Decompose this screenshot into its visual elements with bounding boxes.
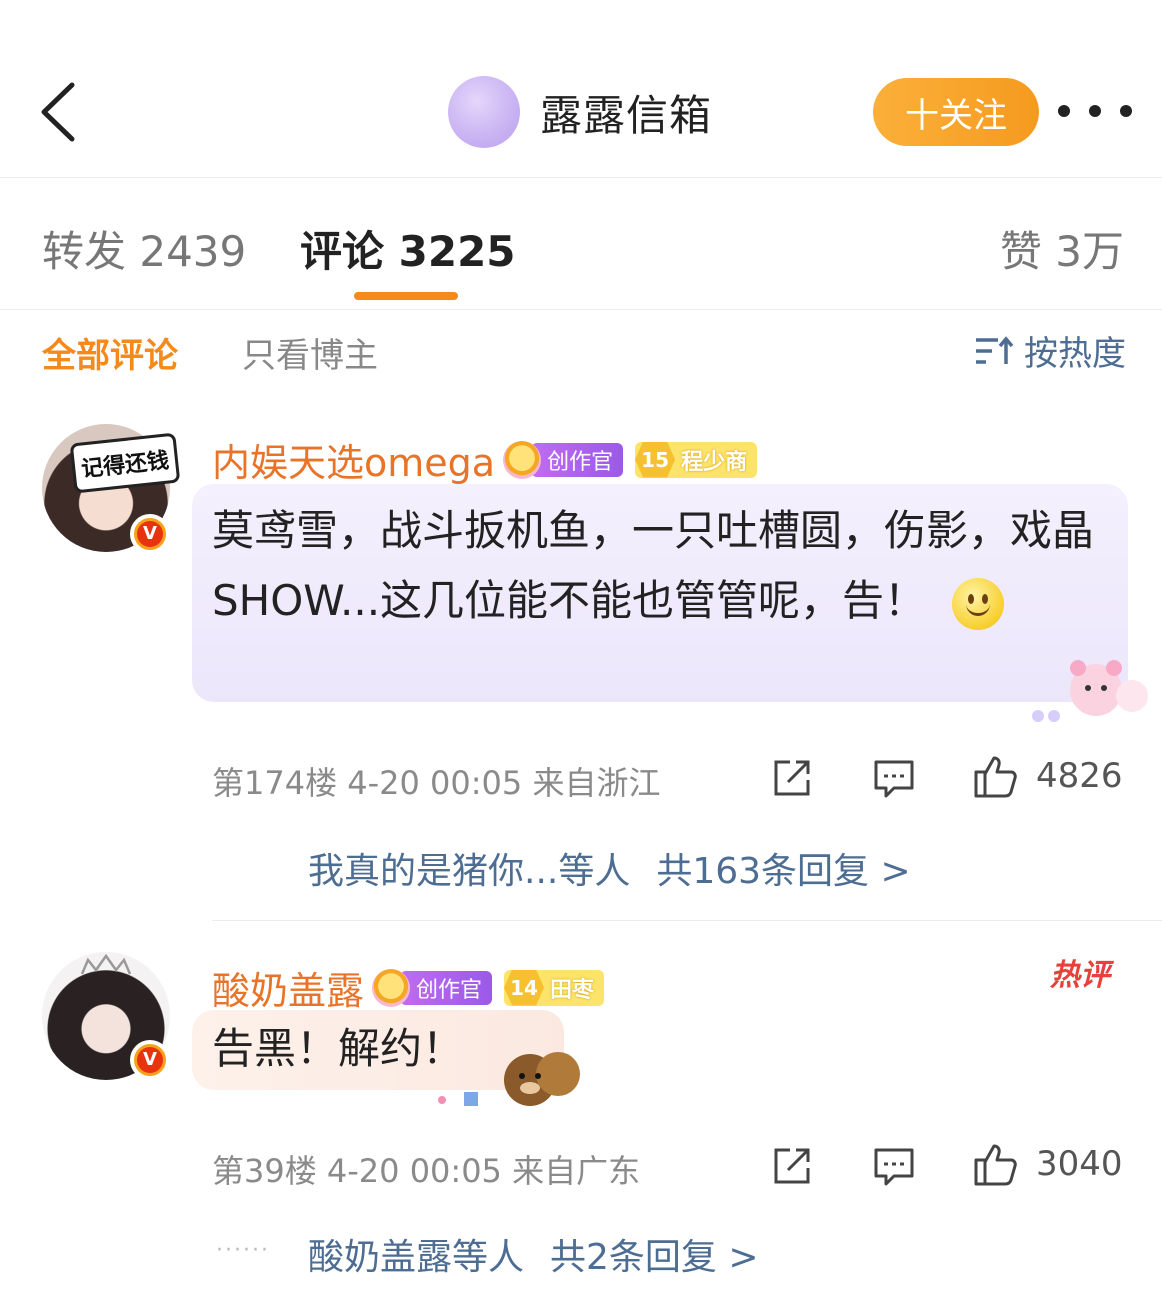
reply-ellipsis: ······ [216, 1238, 270, 1263]
like-button[interactable]: 4826 [972, 752, 1123, 800]
crown-icon [80, 954, 132, 975]
bear-sticker-icon [1032, 660, 1148, 722]
sort-label: 按热度 [1024, 334, 1126, 374]
fan-level-badge[interactable]: 14 田枣 [504, 969, 605, 1006]
comment-icon [874, 1148, 914, 1186]
filter-owner-only[interactable]: 只看博主 [242, 328, 378, 377]
reply-button[interactable] [872, 758, 916, 800]
more-dots-icon[interactable] [1058, 96, 1132, 126]
hot-comment-badge: 热评 [1050, 958, 1110, 993]
comment-username[interactable]: 内娱天选omega [212, 432, 495, 487]
post-tabs: 转发 2439 评论 3225 赞 3万 [0, 178, 1162, 310]
share-icon [774, 1148, 810, 1184]
like-count: 4826 [1036, 756, 1123, 796]
like-button[interactable]: 3040 [972, 1140, 1123, 1188]
account-title[interactable]: 露露信箱 [448, 76, 712, 148]
top-nav-bar: 露露信箱 十关注 [0, 0, 1162, 178]
smiley-emoji-icon [952, 577, 1005, 630]
comment-meta: 第39楼 4-20 00:05 来自广东 [212, 1152, 641, 1190]
follow-label: 十关注 [905, 95, 1007, 136]
share-icon [774, 760, 810, 796]
tab-comment[interactable]: 评论 3225 [300, 218, 516, 279]
verified-v-icon: V [130, 1040, 170, 1080]
fan-level-badge[interactable]: 15 程少商 [635, 441, 758, 478]
creator-mascot-icon [503, 440, 542, 479]
comment-text: 莫鸢雪，战斗扳机鱼，一只吐槽圆，伤影，戏晶SHOW...这几位能不能也管管呢，告… [192, 484, 1128, 648]
verified-v-icon: V [130, 514, 170, 554]
comment-bubble: 莫鸢雪，战斗扳机鱼，一只吐槽圆，伤影，戏晶SHOW...这几位能不能也管管呢，告… [192, 484, 1128, 702]
share-button[interactable] [770, 756, 814, 800]
bear-sticker-icon [438, 1052, 580, 1106]
account-name[interactable]: 露露信箱 [540, 82, 712, 143]
comment-author-row: 酸奶盖露 创作官 14 田枣 [212, 960, 605, 1015]
view-replies-link[interactable]: 酸奶盖露等人 共2条回复 > [308, 1228, 759, 1280]
active-tab-indicator [354, 292, 458, 300]
creator-badge[interactable]: 创作官 [503, 440, 624, 479]
comment-filter-bar: 全部评论 只看博主 按热度 [0, 310, 1162, 384]
creator-badge[interactable]: 创作官 [372, 968, 493, 1007]
sort-icon [976, 335, 1014, 364]
comment-author-row: 内娱天选omega 创作官 15 程少商 [212, 432, 758, 487]
thumbs-up-icon [974, 1144, 1017, 1186]
share-button[interactable] [770, 1144, 814, 1188]
follow-button[interactable]: 十关注 [873, 78, 1039, 146]
comment-icon [874, 760, 914, 798]
comment-divider [212, 920, 1162, 921]
account-avatar[interactable] [448, 76, 520, 148]
like-count: 3040 [1036, 1144, 1123, 1184]
filter-all-comments[interactable]: 全部评论 [42, 328, 178, 377]
comment-username[interactable]: 酸奶盖露 [212, 960, 364, 1015]
thumbs-up-icon [974, 756, 1017, 798]
tab-repost[interactable]: 转发 2439 [42, 218, 246, 279]
back-arrow-icon [41, 82, 75, 142]
comment-meta: 第174楼 4-20 00:05 来自浙江 [212, 764, 661, 802]
view-replies-link[interactable]: 我真的是猪你...等人 共163条回复 > [308, 842, 911, 894]
reply-button[interactable] [872, 1146, 916, 1188]
back-button[interactable] [30, 78, 86, 146]
tab-like[interactable]: 赞 3万 [1000, 218, 1124, 279]
sort-button[interactable]: 按热度 [974, 326, 1126, 375]
creator-mascot-icon [372, 968, 411, 1007]
